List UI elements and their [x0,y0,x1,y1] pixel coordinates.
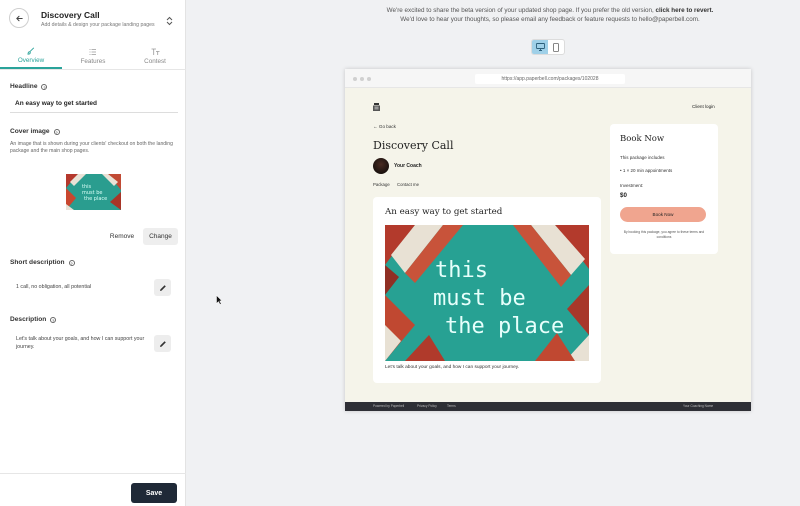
tab-overview-label: Overview [17,57,45,64]
site-footer: Powered by Paperbell Privacy Policy Term… [345,402,751,411]
nav-contact[interactable]: Contact me [397,182,419,187]
description-label: Description ? [10,316,57,323]
package-cover-image: this must be the place [385,225,589,361]
package-card: An easy way to get started this must be … [373,197,601,383]
back-button[interactable] [9,8,29,28]
image-text-line-2: must be [433,286,526,311]
investment-label: Investment: [620,183,644,188]
info-icon[interactable]: ? [68,259,75,266]
phone-icon [553,42,559,52]
cover-image-thumbnail: this must be the place [66,174,121,210]
package-title: Discovery Call [41,10,100,20]
change-image-button[interactable]: Change [143,228,178,245]
tab-overview[interactable]: Overview [0,44,62,69]
brush-icon [27,47,35,55]
save-button[interactable]: Save [131,483,177,503]
window-dot [367,77,371,81]
book-now-card: Book Now This package includes • 1 × 20 … [610,124,718,254]
privacy-policy-link[interactable]: Privacy Policy [417,404,437,408]
package-switcher[interactable] [166,13,173,31]
short-description-text: 1 call, no obligation, all potential [16,284,92,290]
preview-package-title: Discovery Call [373,139,454,152]
text-size-icon [151,48,159,55]
revert-link[interactable]: click here to revert. [656,7,714,14]
pencil-icon [159,340,166,347]
chevron-up-down-icon [166,16,173,26]
remove-image-button[interactable]: Remove [104,229,140,244]
pencil-icon [159,284,166,291]
tab-bar: Overview Features Contest [0,44,186,70]
appointment-item: • 1 × 20 min appointments [620,168,673,173]
info-icon[interactable]: ? [50,316,57,323]
nav-package[interactable]: Package [373,182,390,187]
bell-logo-icon [373,103,380,111]
desktop-view-button[interactable] [532,40,548,54]
card-headline: An easy way to get started [385,207,503,217]
book-now-button[interactable]: Book Now [620,207,706,222]
info-icon[interactable]: ? [41,83,48,90]
cover-image-description: An image that is shown during your clien… [10,141,173,154]
package-includes-label: This package includes [620,155,665,160]
preview-browser: https://app.paperbell.com/packages/10202… [345,69,751,411]
window-dot [360,77,364,81]
booking-terms: By booking this package, you agree to th… [623,230,705,239]
neon-sign-picture: this must be the place [385,225,589,361]
info-icon[interactable]: ? [53,128,60,135]
monitor-icon [535,43,545,51]
headline-input[interactable]: An easy way to get started [10,96,178,113]
window-dot [353,77,357,81]
arrow-left-icon [15,15,23,21]
shop-page: Client login ← Go back Discovery Call Yo… [345,88,751,402]
short-description-label: Short description ? [10,259,75,266]
image-text-line-1: this [435,258,488,283]
tab-contest-label: Contest [144,58,166,65]
mobile-view-button[interactable] [548,40,564,54]
edit-description-button[interactable] [154,335,171,352]
mouse-cursor-icon [216,295,223,305]
panel-header: Discovery Call Add details & design your… [0,0,186,38]
svg-text:the place: the place [84,196,107,202]
preview-url: https://app.paperbell.com/packages/10202… [475,74,625,84]
notice-text: We're excited to share the beta version … [386,7,656,14]
package-subtitle: Add details & design your package landin… [41,22,155,28]
powered-by-link[interactable]: Powered by Paperbell [373,404,404,408]
practice-name: Your Coaching Name [683,403,714,408]
list-icon [89,49,96,55]
description-text: Let's talk about your goals, and how I c… [16,336,145,350]
device-toggle [531,39,565,55]
price-value: $0 [620,192,627,199]
beta-notice: We're excited to share the beta version … [300,6,800,24]
notice-feedback-text: We'd love to hear your thoughts, so plea… [400,16,700,23]
book-now-title: Book Now [620,134,665,144]
cover-image-label: Cover image ? [10,128,60,135]
go-back-link[interactable]: ← Go back [373,124,396,129]
tab-contest[interactable]: Contest [124,44,186,69]
browser-toolbar: https://app.paperbell.com/packages/10202… [345,69,751,88]
tab-features-label: Features [80,58,106,65]
headline-label: Headline ? [10,83,48,90]
image-text-line-3: the place [445,314,564,339]
client-login-link[interactable]: Client login [692,104,715,109]
coach-name: Your Coach [394,163,422,169]
tab-features[interactable]: Features [62,44,124,69]
card-description: Let's talk about your goals, and how I c… [385,365,520,370]
editor-panel: Discovery Call Add details & design your… [0,0,186,506]
edit-short-description-button[interactable] [154,279,171,296]
terms-link[interactable]: Terms [447,404,456,408]
cover-image-picture: this must be the place [66,174,121,210]
coach-avatar [373,158,389,174]
